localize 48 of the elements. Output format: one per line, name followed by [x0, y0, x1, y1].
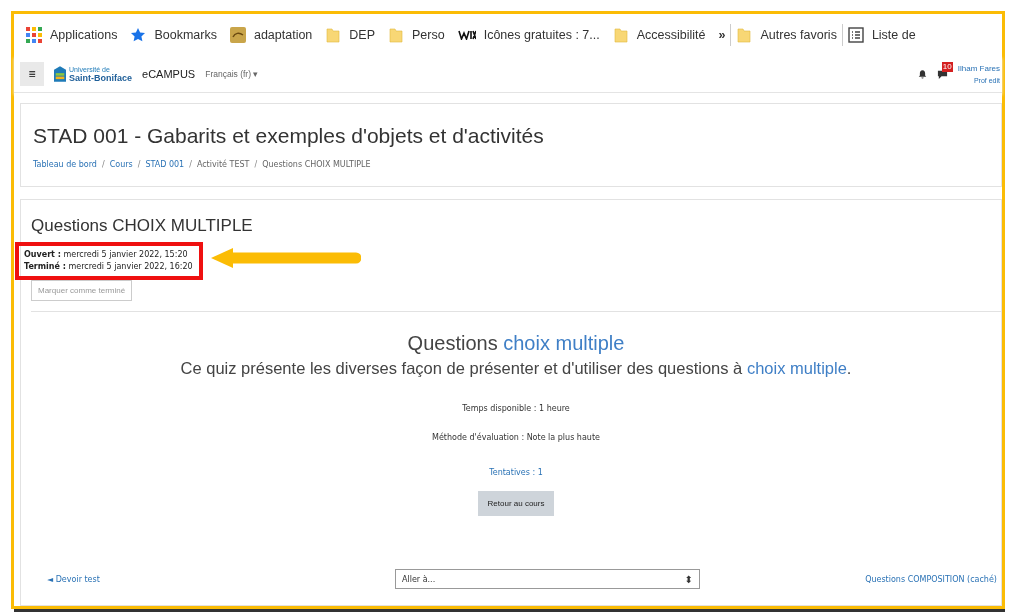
jump-to-select[interactable]: Aller à... ⬍	[395, 569, 700, 589]
bell-icon[interactable]	[917, 69, 927, 79]
breadcrumb-item[interactable]: Cours	[109, 160, 133, 169]
breadcrumb-item[interactable]: Tableau de bord	[33, 160, 97, 169]
breadcrumb-item: Questions CHOIX MULTIPLE	[262, 160, 371, 169]
bookmark-item[interactable]: Icônes gratuites : 7...	[457, 28, 600, 42]
intro-text: Ce quiz présente les diverses façon de présenter et d'utiliser des questions à choix multiple.	[180, 359, 852, 378]
course-title: STAD 001 - Gabarits et exemples d'objets et d'activités	[33, 124, 545, 148]
site-favicon-icon	[229, 27, 246, 43]
folder-icon	[736, 27, 753, 43]
bookmark-item[interactable]: Perso	[388, 27, 445, 43]
user-name-link[interactable]: Ilham Fares	[957, 64, 1000, 73]
attempts-link[interactable]: Tentatives : 1	[489, 468, 543, 477]
apps-grid-icon	[26, 27, 42, 43]
intro-heading: Questions choix multiple	[407, 332, 625, 355]
back-to-course-button[interactable]: Retour au cours	[477, 491, 555, 516]
grading-method-text: Méthode d'évaluation : Note la plus haute	[432, 433, 600, 442]
reading-list-icon	[847, 27, 864, 43]
next-activity-link[interactable]: Questions COMPOSITION (caché)	[865, 574, 997, 584]
bookmark-item[interactable]: Bookmarks	[130, 27, 217, 43]
folder-icon	[388, 27, 405, 43]
university-logo-icon	[54, 66, 66, 82]
bookmark-item[interactable]: DEP	[325, 27, 376, 43]
activity-date: Ouvert : mercredi 5 janvier 2022, 15:20	[24, 249, 189, 261]
bookmark-item[interactable]: Accessibilité	[612, 27, 706, 43]
breadcrumb-separator: /	[189, 160, 192, 169]
breadcrumb-separator: /	[254, 160, 258, 169]
wix-logo-icon	[457, 30, 476, 40]
breadcrumb-separator: /	[101, 160, 105, 169]
breadcrumb-item[interactable]: STAD 001	[145, 160, 185, 169]
language-menu[interactable]: Français (fr) ▾	[205, 69, 259, 79]
bookmark-item[interactable]: »	[718, 28, 726, 42]
breadcrumb-item: Activité TEST	[196, 160, 250, 169]
bookmark-item[interactable]: Autres favoris	[736, 27, 837, 43]
bookmark-item[interactable]: adaptation	[229, 27, 313, 43]
star-icon	[130, 27, 147, 43]
folder-icon	[325, 27, 342, 43]
menu-button[interactable]: ≡	[20, 62, 44, 86]
site-name[interactable]: eCAMPUS	[142, 68, 196, 80]
breadcrumb-separator: /	[137, 160, 141, 169]
activity-date: Terminé : mercredi 5 janvier 2022, 16:20	[24, 261, 194, 273]
bookmark-item[interactable]: Applications	[26, 27, 118, 43]
time-limit-text: Temps disponible : 1 heure	[462, 404, 570, 413]
activity-title: Questions CHOIX MULTIPLE	[31, 216, 254, 236]
notification-badge: 10	[941, 61, 953, 72]
bookmark-item[interactable]: Liste de	[847, 27, 916, 43]
folder-icon	[612, 27, 629, 43]
previous-activity-link[interactable]: ◄ Devoir test	[47, 574, 100, 584]
